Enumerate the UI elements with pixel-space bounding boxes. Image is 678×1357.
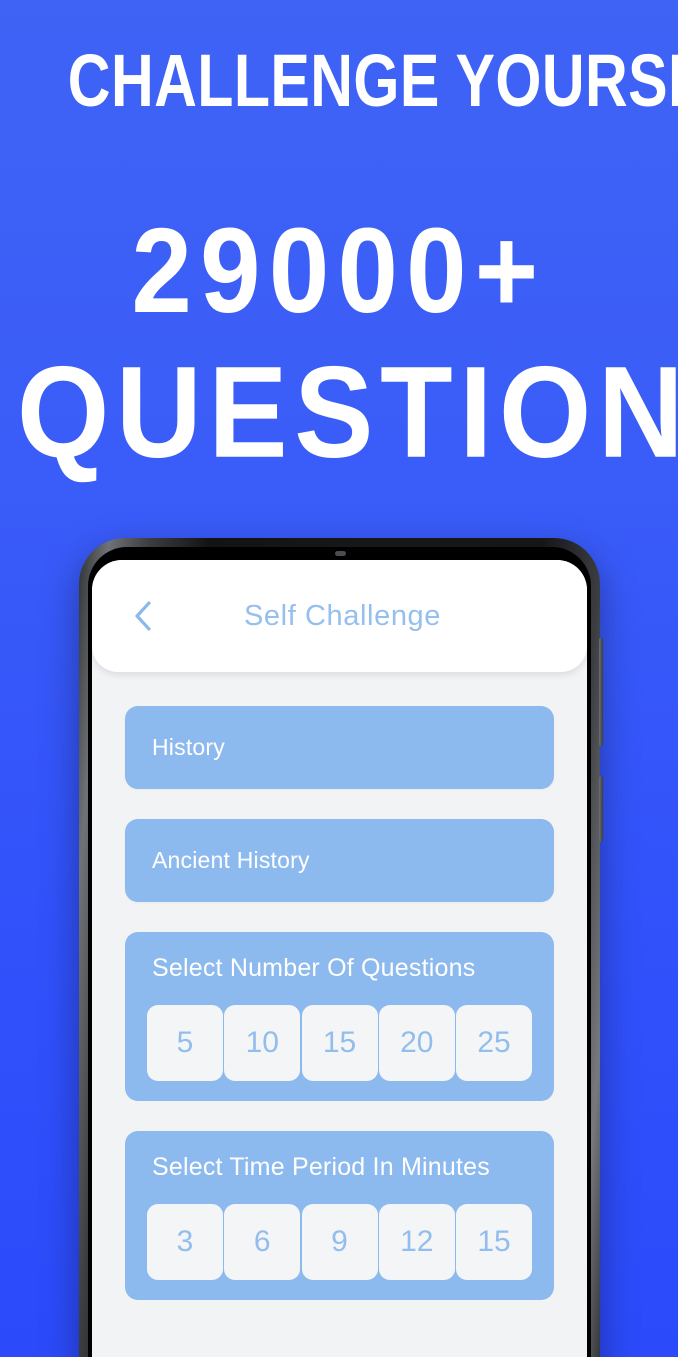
question-count-group: Select Number Of Questions 5 10 15 20 25	[125, 932, 554, 1101]
category-selector[interactable]: History	[125, 706, 554, 789]
question-count-chip[interactable]: 10	[224, 1005, 301, 1081]
time-period-chip[interactable]: 3	[147, 1204, 223, 1280]
phone-volume-button	[599, 638, 603, 746]
time-period-chip[interactable]: 9	[301, 1204, 378, 1280]
time-period-chip[interactable]: 6	[224, 1204, 301, 1280]
back-button[interactable]	[124, 597, 162, 635]
promo-stat-number: 29000+	[131, 203, 547, 339]
phone-mockup: Self Challenge History Ancient History S…	[79, 538, 603, 1357]
promo-banner: CHALLENGE YOURSELF 29000+ QUESTIONS Sel	[0, 0, 678, 1357]
chevron-left-icon	[130, 599, 156, 633]
category-selector-label: History	[152, 734, 225, 760]
page-title: Self Challenge	[243, 599, 442, 632]
promo-headline: CHALLENGE YOURSELF	[67, 39, 678, 122]
phone-power-button	[599, 776, 603, 842]
question-count-chip[interactable]: 20	[378, 1005, 455, 1081]
question-count-chip[interactable]: 5	[147, 1005, 223, 1081]
subcategory-selector-label: Ancient History	[152, 847, 310, 873]
question-count-title: Select Number Of Questions	[152, 954, 476, 982]
screen-content: History Ancient History Select Number Of…	[92, 672, 587, 1300]
time-period-options: 3 6 9 12 15	[147, 1204, 532, 1280]
promo-stat-word: QUESTIONS	[16, 340, 678, 485]
question-count-chip[interactable]: 25	[456, 1005, 532, 1081]
phone-bezel: Self Challenge History Ancient History S…	[88, 547, 591, 1357]
time-period-title: Select Time Period In Minutes	[152, 1153, 490, 1181]
subcategory-selector[interactable]: Ancient History	[125, 819, 554, 902]
app-screen: Self Challenge History Ancient History S…	[92, 560, 587, 1357]
app-bar: Self Challenge	[92, 560, 587, 672]
time-period-chip[interactable]: 15	[456, 1204, 532, 1280]
question-count-chip[interactable]: 15	[301, 1005, 378, 1081]
time-period-group: Select Time Period In Minutes 3 6 9 12 1…	[125, 1131, 554, 1300]
question-count-options: 5 10 15 20 25	[147, 1005, 532, 1081]
time-period-chip[interactable]: 12	[378, 1204, 455, 1280]
phone-camera-dot	[334, 551, 346, 556]
